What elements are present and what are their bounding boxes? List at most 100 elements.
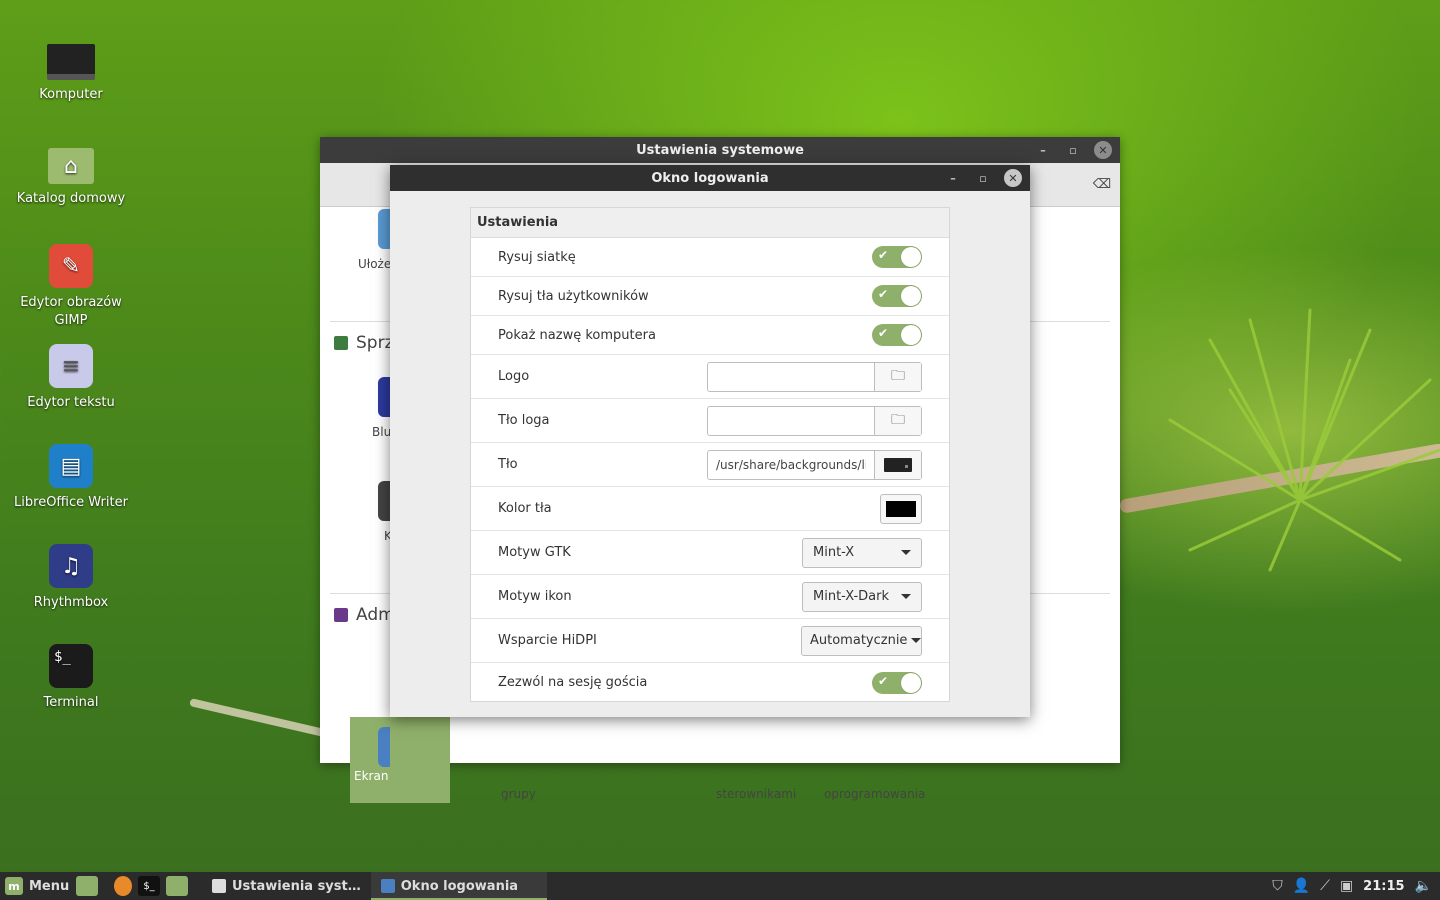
desktop-icon-gimp[interactable]: ✎ Edytor obrazów GIMP (10, 244, 132, 330)
desktop-icon-computer[interactable]: Komputer (10, 44, 132, 104)
ekran-item-label[interactable]: Ekran (354, 769, 388, 783)
logo-path-input[interactable] (708, 362, 874, 391)
logo-bg-row: Tło loga 🗀 (471, 399, 949, 443)
software-item-label[interactable]: oprogramowania (824, 787, 925, 801)
drivers-item-label[interactable]: sterownikami (716, 787, 796, 801)
hidpi-value: Automatycznie (810, 633, 908, 648)
bluetooth-item-icon[interactable] (378, 377, 390, 417)
task-login-window[interactable]: Okno logowania (370, 872, 547, 900)
task-label: Okno logowania (400, 878, 519, 894)
menu-label: Menu (29, 878, 70, 894)
menu-button[interactable]: m Menu (0, 877, 70, 895)
desktop-icon-label: Komputer (39, 87, 103, 102)
hidpi-label: Wsparcie HiDPI (498, 633, 597, 648)
desktop-icon-rhythmbox[interactable]: ♫ Rhythmbox (10, 544, 132, 612)
network-icon[interactable]: ⟋ (1320, 878, 1330, 894)
close-button[interactable]: ✕ (1094, 141, 1112, 159)
clipboard-icon[interactable]: ▣ (1340, 878, 1353, 894)
shield-icon[interactable]: ⛉ (1272, 878, 1283, 894)
draw-grid-switch[interactable]: ✔ (872, 246, 922, 268)
logo-label: Logo (498, 369, 530, 384)
window-title: Okno logowania (651, 170, 769, 186)
bg-color-button[interactable] (880, 493, 922, 524)
color-swatch (886, 500, 916, 517)
logo-bg-browse-button[interactable]: 🗀 (874, 406, 921, 435)
settings-section-header: Ustawienia (471, 208, 949, 238)
rhythmbox-icon: ♫ (49, 544, 93, 588)
guest-session-switch[interactable]: ✔ (872, 671, 922, 694)
gtk-theme-select[interactable]: Mint-X (802, 537, 922, 568)
desktop-icon-terminal[interactable]: $_ Terminal (10, 644, 132, 712)
minimize-button[interactable]: – (944, 169, 962, 187)
task-system-settings[interactable]: Ustawienia syst… (202, 872, 371, 900)
layout-item-label[interactable]: Ułoże (358, 257, 391, 271)
login-window[interactable]: Okno logowania – ▫ ✕ Ustawienia Rysuj si… (390, 165, 1030, 717)
logo-row: Logo 🗀 (471, 355, 949, 399)
wallpaper-twig-left (189, 698, 338, 740)
desktop-icon-label: LibreOffice Writer (14, 495, 128, 510)
draw-grid-label: Rysuj siatkę (498, 249, 576, 265)
background-path-input[interactable] (708, 450, 874, 479)
firefox-icon[interactable] (114, 876, 132, 896)
logo-browse-button[interactable]: 🗀 (874, 362, 921, 391)
wallpaper-pine-needles (1168, 308, 1440, 572)
folder-browse-icon: 🗀 (891, 411, 905, 428)
close-button[interactable]: ✕ (1004, 169, 1022, 187)
writer-icon: ▤ (49, 444, 93, 488)
dropdown-arrow-icon (901, 594, 911, 599)
volume-icon[interactable]: 🔈 (1415, 878, 1432, 894)
gtk-theme-row: Motyw GTK Mint-X (471, 531, 949, 575)
desktop-icon-writer[interactable]: ▤ LibreOffice Writer (10, 444, 132, 512)
hidpi-select[interactable]: Automatycznie (801, 625, 922, 656)
settings-panel: Ustawienia Rysuj siatkę ✔ Rysuj tła użyt… (470, 207, 950, 702)
logo-bg-label: Tło loga (498, 413, 550, 428)
desktop-icon-label: Edytor obrazów GIMP (20, 295, 122, 328)
text-editor-icon: ≡ (49, 344, 93, 388)
show-hostname-switch[interactable]: ✔ (872, 324, 922, 346)
minimize-button[interactable]: – (1034, 141, 1052, 159)
desktop-icon-label: Rhythmbox (33, 595, 109, 610)
image-thumbnail-icon (884, 457, 912, 472)
desktop-icon-text-editor[interactable]: ≡ Edytor tekstu (10, 344, 132, 412)
desktop-icon-label: Terminal (43, 695, 99, 710)
groups-item-label[interactable]: grupy (501, 787, 536, 801)
admin-section-label: Adm (356, 605, 395, 625)
logo-file-chooser: 🗀 (707, 361, 922, 392)
terminal-icon: $_ (49, 644, 93, 688)
draw-user-bg-row: Rysuj tła użytkowników ✔ (471, 277, 949, 316)
show-desktop-icon[interactable] (76, 876, 98, 896)
guest-session-row: Zezwól na sesję gościa ✔ (471, 663, 949, 702)
hardware-section-icon (334, 336, 348, 350)
draw-user-bg-switch[interactable]: ✔ (872, 285, 922, 307)
guest-session-label: Zezwól na sesję gościa (498, 675, 648, 690)
bluetooth-item-label[interactable]: Blu (372, 425, 391, 439)
admin-section-heading: Adm (334, 605, 395, 625)
desktop-icon-label: Katalog domowy (16, 191, 126, 206)
icon-theme-select[interactable]: Mint-X-Dark (802, 581, 922, 612)
background-browse-button[interactable] (874, 450, 921, 479)
gimp-icon: ✎ (49, 244, 93, 288)
icon-theme-label: Motyw ikon (498, 589, 572, 604)
maximize-button[interactable]: ▫ (1064, 141, 1082, 159)
clear-search-icon[interactable]: ⌫ (1090, 173, 1114, 195)
login-window-titlebar[interactable]: Okno logowania – ▫ ✕ (390, 165, 1030, 191)
files-launcher-icon[interactable] (166, 876, 188, 896)
bg-color-row: Kolor tła (471, 487, 949, 531)
background-file-chooser (707, 449, 922, 480)
show-hostname-label: Pokaż nazwę komputera (498, 327, 656, 343)
gtk-theme-value: Mint-X (813, 545, 855, 560)
ekran-item-icon[interactable] (378, 727, 390, 767)
user-icon[interactable]: 👤 (1293, 878, 1310, 894)
system-settings-titlebar[interactable]: Ustawienia systemowe – ▫ ✕ (320, 137, 1120, 163)
checkmark-icon: ✔ (878, 673, 889, 688)
maximize-button[interactable]: ▫ (974, 169, 992, 187)
clock[interactable]: 21:15 (1363, 879, 1404, 894)
layout-item-icon[interactable] (378, 209, 390, 249)
desktop-icon-home[interactable]: ⌂ Katalog domowy (10, 148, 132, 208)
terminal-launcher-icon[interactable]: $_ (138, 876, 160, 896)
dropdown-arrow-icon (901, 550, 911, 555)
k-item-icon[interactable] (378, 481, 390, 521)
logo-bg-path-input[interactable] (708, 406, 874, 435)
checkmark-icon: ✔ (878, 248, 889, 262)
bg-color-label: Kolor tła (498, 501, 552, 516)
